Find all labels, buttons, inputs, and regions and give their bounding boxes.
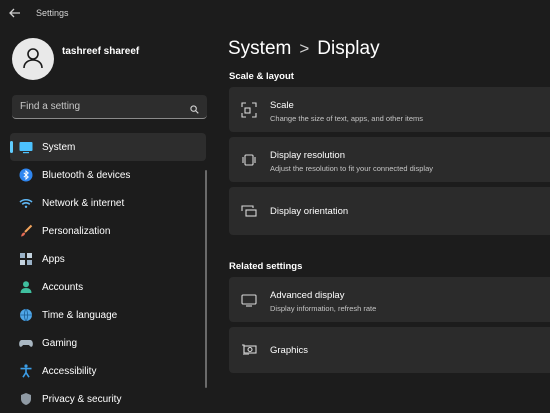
sidebar: tashreef shareef System Bluetooth & devi… bbox=[0, 28, 214, 405]
breadcrumb-current: Display bbox=[317, 38, 380, 59]
card-subtitle: Display information, refresh rate bbox=[270, 304, 377, 313]
sidebar-item-network[interactable]: Network & internet bbox=[10, 189, 206, 217]
monitor-icon bbox=[19, 142, 33, 154]
sidebar-item-label: Personalization bbox=[42, 225, 111, 237]
sidebar-item-privacy-security[interactable]: Privacy & security bbox=[10, 385, 206, 413]
card-subtitle: Change the size of text, apps, and other… bbox=[270, 114, 424, 123]
resolution-icon bbox=[242, 154, 256, 166]
card-title: Graphics bbox=[270, 345, 309, 356]
main-content: System > Display Scale & layout Scale Chan… bbox=[214, 28, 550, 400]
sidebar-item-apps[interactable]: Apps bbox=[10, 245, 206, 273]
globe-clock-icon bbox=[20, 308, 32, 322]
back-button[interactable] bbox=[8, 6, 26, 22]
title-bar: Settings bbox=[0, 0, 550, 28]
breadcrumb: System > Display bbox=[228, 38, 380, 60]
apps-icon bbox=[20, 253, 32, 265]
sidebar-item-label: Apps bbox=[42, 253, 65, 265]
card-title: Display resolution bbox=[270, 150, 345, 161]
search-box[interactable] bbox=[12, 95, 207, 119]
accessibility-icon bbox=[20, 364, 32, 378]
person-icon bbox=[23, 48, 43, 69]
sidebar-item-label: Bluetooth & devices bbox=[42, 169, 131, 181]
sidebar-item-accessibility[interactable]: Accessibility bbox=[10, 357, 206, 385]
sidebar-item-time-language[interactable]: Time & language bbox=[10, 301, 206, 329]
sidebar-item-bluetooth[interactable]: Bluetooth & devices bbox=[10, 161, 206, 189]
breadcrumb-separator: > bbox=[299, 39, 310, 58]
breadcrumb-parent[interactable]: System bbox=[228, 38, 291, 59]
sidebar-item-label: System bbox=[42, 141, 76, 153]
monitor-outline-icon bbox=[241, 294, 257, 307]
brush-icon bbox=[21, 224, 33, 237]
user-name: tashreef shareef bbox=[62, 46, 140, 57]
orientation-icon bbox=[241, 205, 257, 217]
back-arrow-icon bbox=[9, 8, 20, 18]
wifi-icon bbox=[19, 198, 33, 208]
avatar[interactable] bbox=[12, 38, 54, 80]
section-title-related-settings: Related settings bbox=[229, 261, 303, 272]
search-icon[interactable] bbox=[190, 101, 199, 119]
card-title: Scale bbox=[270, 100, 294, 111]
sidebar-item-label: Accessibility bbox=[42, 365, 97, 377]
sidebar-item-personalization[interactable]: Personalization bbox=[10, 217, 206, 245]
card-title: Display orientation bbox=[270, 206, 349, 217]
sidebar-item-label: Accounts bbox=[42, 281, 84, 293]
app-title: Settings bbox=[36, 8, 69, 18]
display-resolution-card[interactable]: Display resolution Adjust the resolution… bbox=[229, 137, 550, 182]
scale-card[interactable]: Scale Change the size of text, apps, and… bbox=[229, 87, 550, 132]
section-title-scale-layout: Scale & layout bbox=[229, 71, 294, 82]
advanced-display-card[interactable]: Advanced display Display information, re… bbox=[229, 277, 550, 322]
shield-icon bbox=[21, 393, 31, 405]
sidebar-item-system[interactable]: System bbox=[10, 133, 206, 161]
sidebar-item-label: Gaming bbox=[42, 337, 78, 349]
sidebar-item-accounts[interactable]: Accounts bbox=[10, 273, 206, 301]
display-orientation-card[interactable]: Display orientation bbox=[229, 187, 550, 235]
nav-list: System Bluetooth & devices Network & int… bbox=[10, 133, 206, 413]
graphics-card-icon bbox=[242, 344, 257, 355]
sidebar-item-label: Network & internet bbox=[42, 197, 125, 209]
search-input[interactable] bbox=[12, 95, 182, 117]
sidebar-item-label: Time & language bbox=[42, 309, 118, 321]
scale-icon bbox=[241, 102, 257, 118]
sidebar-item-gaming[interactable]: Gaming bbox=[10, 329, 206, 357]
account-icon bbox=[20, 281, 32, 293]
sidebar-item-label: Privacy & security bbox=[42, 393, 122, 405]
gamepad-icon bbox=[19, 340, 33, 347]
bluetooth-icon bbox=[19, 168, 33, 182]
card-subtitle: Adjust the resolution to fit your connec… bbox=[270, 164, 434, 173]
graphics-card[interactable]: Graphics bbox=[229, 327, 550, 373]
sidebar-scrollbar[interactable] bbox=[205, 170, 207, 388]
card-title: Advanced display bbox=[270, 290, 345, 301]
